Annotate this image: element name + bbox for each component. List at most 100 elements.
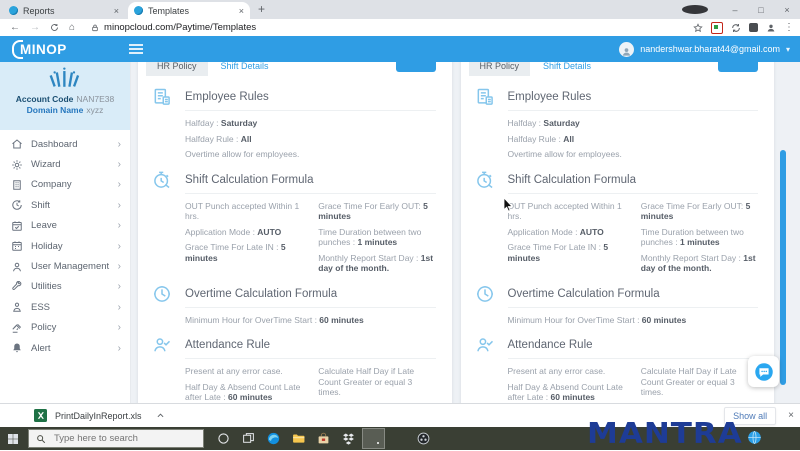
store-icon[interactable]	[312, 428, 335, 449]
policy-card: HR PolicyShift DetailsEmployee RulesHalf…	[138, 62, 452, 403]
card-action-button[interactable]	[396, 62, 436, 72]
rule-text: Present at any error case.	[185, 366, 302, 377]
lock-icon[interactable]	[91, 24, 99, 32]
recorder-extension-icon[interactable]	[711, 22, 723, 34]
record-dot-icon[interactable]	[682, 5, 708, 14]
tab-close-icon[interactable]: ×	[114, 6, 119, 16]
section-columns: OUT Punch accepted Within 1 hrs.Applicat…	[508, 201, 759, 279]
card-action-button[interactable]	[718, 62, 758, 72]
sidebar-item-company[interactable]: Company›	[0, 175, 130, 195]
window-maximize-button[interactable]: □	[748, 5, 774, 15]
dropbox-icon[interactable]	[337, 428, 360, 449]
rule-text: OUT Punch accepted Within 1 hrs.	[185, 201, 302, 222]
section-title: Shift Calculation Formula	[508, 174, 636, 186]
shelf-close-icon[interactable]: ×	[788, 410, 794, 421]
chrome-icon[interactable]	[362, 428, 385, 449]
card-tab-shift-details[interactable]: Shift Details	[532, 62, 602, 76]
forward-icon[interactable]: →	[30, 22, 40, 33]
window-minimize-button[interactable]: –	[722, 5, 748, 15]
edge-icon[interactable]	[262, 428, 285, 449]
scrollbar-thumb[interactable]	[780, 150, 786, 385]
url-text[interactable]: minopcloud.com/Paytime/Templates	[104, 22, 256, 33]
sidebar-item-policy[interactable]: Policy›	[0, 318, 130, 338]
obs-icon[interactable]	[412, 428, 435, 449]
sidebar-item-holiday[interactable]: Holiday›	[0, 236, 130, 256]
policy-cards-row: HR PolicyShift DetailsEmployee RulesHalf…	[138, 62, 774, 403]
tab-title: Templates	[148, 6, 235, 16]
sidebar-menu: Dashboard › Wizard›Company›Shift›Leave›Hol…	[0, 130, 130, 358]
rule-column: Calculate Half Day if Late Count Greater…	[641, 366, 758, 403]
home-icon	[11, 138, 23, 150]
rule-text: OUT Punch accepted Within 1 hrs.	[508, 201, 625, 222]
browser-menu-icon[interactable]: ⋮	[784, 22, 794, 33]
rule-text: Grace Time For Early OUT: 5 minutes	[318, 201, 435, 222]
section-title: Employee Rules	[508, 91, 592, 103]
cortana-icon[interactable]	[212, 428, 235, 449]
new-tab-button[interactable]: +	[258, 2, 265, 16]
user-menu[interactable]: nandershwar.bharat44@gmail.com ▾	[619, 36, 790, 62]
person-icon	[11, 301, 23, 313]
section-attendance-rule: Attendance Rule Present at any error case…	[152, 335, 436, 403]
rule-text: Overtime allow for employees.	[185, 149, 436, 160]
card-tab-hr-policy[interactable]: HR Policy	[146, 62, 208, 76]
card-tab-shift-details[interactable]: Shift Details	[210, 62, 280, 76]
sidebar-item-leave[interactable]: Leave›	[0, 216, 130, 236]
sidebar-item-label: Wizard	[31, 159, 61, 170]
divider	[508, 110, 759, 111]
section-columns: Halfday : SaturdayHalfday Rule : AllOver…	[185, 118, 436, 165]
browser-tab-reports[interactable]: Reports ×	[3, 2, 125, 19]
address-bar-actions: ⋮	[693, 19, 794, 36]
sync-extension-icon[interactable]	[731, 23, 741, 33]
clock-rotate-icon	[11, 199, 23, 211]
section-header: Employee Rules	[475, 87, 759, 107]
network-globe-icon[interactable]	[747, 430, 762, 445]
section-title: Attendance Rule	[508, 339, 593, 351]
sidebar-item-label: Dashboard	[31, 139, 77, 150]
mantra-watermark: MANTRA	[587, 420, 743, 448]
rule-text: Application Mode : AUTO	[185, 227, 302, 238]
minop-brand-logo[interactable]: MINOP	[12, 40, 67, 59]
section-columns: Present at any error case.Half Day & Abs…	[508, 366, 759, 403]
back-icon[interactable]: ←	[10, 22, 20, 33]
domain-name-value: xyzz	[86, 105, 103, 115]
chevron-up-icon[interactable]	[156, 411, 165, 420]
profile-icon[interactable]	[766, 23, 776, 33]
sidebar-item-label: ESS	[31, 302, 50, 313]
sidebar-item-ess[interactable]: ESS›	[0, 297, 130, 317]
sidebar-item-wizard[interactable]: Wizard›	[0, 154, 130, 174]
chevron-right-icon: ›	[118, 139, 121, 150]
tab-close-icon[interactable]: ×	[239, 6, 244, 16]
window-close-button[interactable]: ×	[774, 5, 800, 15]
sidebar-item-utilities[interactable]: Utilities›	[0, 277, 130, 297]
bookmark-star-icon[interactable]	[693, 23, 703, 33]
task-view-icon[interactable]	[237, 428, 260, 449]
file-explorer-icon[interactable]	[287, 428, 310, 449]
rule-text: Time Duration between two punches : 1 mi…	[318, 227, 435, 248]
section-employee-rules: Employee RulesHalfday : SaturdayHalfday …	[475, 87, 759, 165]
browser-tab-templates[interactable]: Templates ×	[128, 2, 250, 19]
card-tab-hr-policy[interactable]: HR Policy	[469, 62, 531, 76]
clock-icon	[152, 284, 172, 304]
sidebar-item-shift[interactable]: Shift›	[0, 195, 130, 215]
window-controls: – □ ×	[682, 0, 800, 19]
sidebar-item-label: Policy	[31, 322, 56, 333]
search-input[interactable]	[52, 432, 186, 445]
extension-icon[interactable]	[749, 23, 758, 32]
domain-name-row: Domain Namexyzz	[0, 105, 130, 116]
sidebar-item-alert[interactable]: Alert›	[0, 338, 130, 358]
start-button[interactable]	[7, 433, 19, 445]
taskbar-search[interactable]	[28, 429, 204, 448]
calendar-icon	[11, 240, 23, 252]
sidebar-item-user-management[interactable]: User Management›	[0, 256, 130, 276]
home-nav-icon[interactable]: ⌂	[69, 22, 75, 33]
taskbar-app-icons	[212, 428, 435, 449]
chat-bubble-button[interactable]	[748, 356, 779, 387]
hamburger-menu-icon[interactable]	[129, 44, 143, 54]
browser-address-bar: ← → ⌂ minopcloud.com/Paytime/Templates ⋮	[0, 19, 800, 37]
section-title: Attendance Rule	[185, 339, 270, 351]
sidebar-item-dashboard[interactable]: Dashboard ›	[0, 134, 130, 154]
sticky-notes-icon[interactable]	[387, 428, 410, 449]
reload-icon[interactable]	[50, 23, 59, 32]
download-file-name[interactable]: PrintDailyInReport.xls	[55, 411, 142, 421]
section-title: Overtime Calculation Formula	[185, 288, 337, 300]
